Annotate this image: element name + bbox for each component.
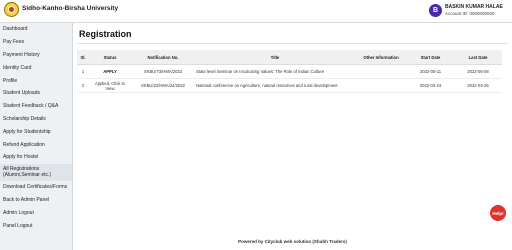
column-header-status: Status <box>89 50 131 65</box>
user-name: BASKIN KUMAR HALAE <box>445 4 503 10</box>
cell-sl: 2 <box>77 78 89 93</box>
sidebar-item-scholarship-details[interactable]: Scholarship Details <box>0 113 72 126</box>
table-header-row: Sl. Status Notification No. Title Other … <box>77 50 502 65</box>
sidebar: Dashboard Pay Fees Payment History Ident… <box>0 23 73 250</box>
column-header-title: Title <box>195 50 355 65</box>
column-header-last-date: Last Date <box>454 50 502 65</box>
cell-title: State level Seminar on Inculcating Value… <box>195 64 355 79</box>
table-row: 2 Applied, Click to View SKBU/22/HMA/24/… <box>77 78 502 93</box>
sidebar-item-profile[interactable]: Profile <box>0 74 72 87</box>
cell-other-info <box>355 64 407 79</box>
column-header-notification: Notification No. <box>131 50 195 65</box>
sidebar-item-apply-studentship[interactable]: Apply for Studentship <box>0 125 72 138</box>
sidebar-item-student-uploads[interactable]: Student Uploads <box>0 87 72 100</box>
table-row: 1 APPLY SKBU/73/HMA/2022 State level Sem… <box>77 64 502 79</box>
cell-last-date: 2022-04-25 <box>454 78 502 93</box>
column-header-other-info: Other Information <box>355 50 407 65</box>
cell-sl: 1 <box>77 64 89 79</box>
column-header-sl: Sl. <box>77 50 89 65</box>
view-application-link[interactable]: Applied, Click to View <box>89 78 131 93</box>
sidebar-item-student-feedback[interactable]: Student Feedback / Q&A <box>0 100 72 113</box>
cell-other-info <box>355 78 407 93</box>
cell-notification: SKBU/22/HMA/24/2022 <box>131 78 195 93</box>
sidebar-item-dashboard[interactable]: Dashboard <box>0 23 72 36</box>
sidebar-item-refund-application[interactable]: Refund Application <box>0 138 72 151</box>
help-button[interactable]: Help! <box>490 205 506 221</box>
user-avatar[interactable]: B <box>429 4 442 17</box>
sidebar-item-pay-fees[interactable]: Pay Fees <box>0 36 72 49</box>
page-title: Registration <box>79 29 132 39</box>
sidebar-item-apply-hostel[interactable]: Apply for Hostel <box>0 151 72 164</box>
sidebar-item-payment-history[interactable]: Payment History <box>0 49 72 62</box>
sidebar-item-panel-logout[interactable]: Panel Logout <box>0 219 72 232</box>
sidebar-item-back-to-admin[interactable]: Back to Admin Panel <box>0 194 72 207</box>
apply-button[interactable]: APPLY <box>89 64 131 79</box>
title-divider <box>77 43 508 44</box>
sidebar-item-all-registrations[interactable]: All Registrations (Alumni,Seminar etc.) <box>0 163 72 181</box>
cell-title: National conference on Agriculture, natu… <box>195 78 355 93</box>
university-logo-icon[interactable] <box>4 2 19 17</box>
sidebar-item-download-certificates[interactable]: Download Certificates/Forms <box>0 181 72 194</box>
top-bar: Sidho-Kanho-Birsha University B BASKIN K… <box>0 0 512 23</box>
cell-start-date: 2022-05-11 <box>407 64 454 79</box>
registration-table: Sl. Status Notification No. Title Other … <box>77 50 502 93</box>
footer-credit: Powered by Cityclub web solution (Shubh … <box>238 239 347 244</box>
cell-last-date: 2022-06-08 <box>454 64 502 79</box>
column-header-start-date: Start Date <box>407 50 454 65</box>
cell-start-date: 2022-03-23 <box>407 78 454 93</box>
sidebar-item-identity-card[interactable]: Identity Card <box>0 61 72 74</box>
main-content: Registration Sl. Status Notification No.… <box>73 23 512 250</box>
sidebar-item-admin-logout[interactable]: Admin Logout <box>0 206 72 219</box>
university-name[interactable]: Sidho-Kanho-Birsha University <box>22 5 118 12</box>
account-id: Account ID: 0000000000 <box>445 11 495 16</box>
cell-notification: SKBU/73/HMA/2022 <box>131 64 195 79</box>
